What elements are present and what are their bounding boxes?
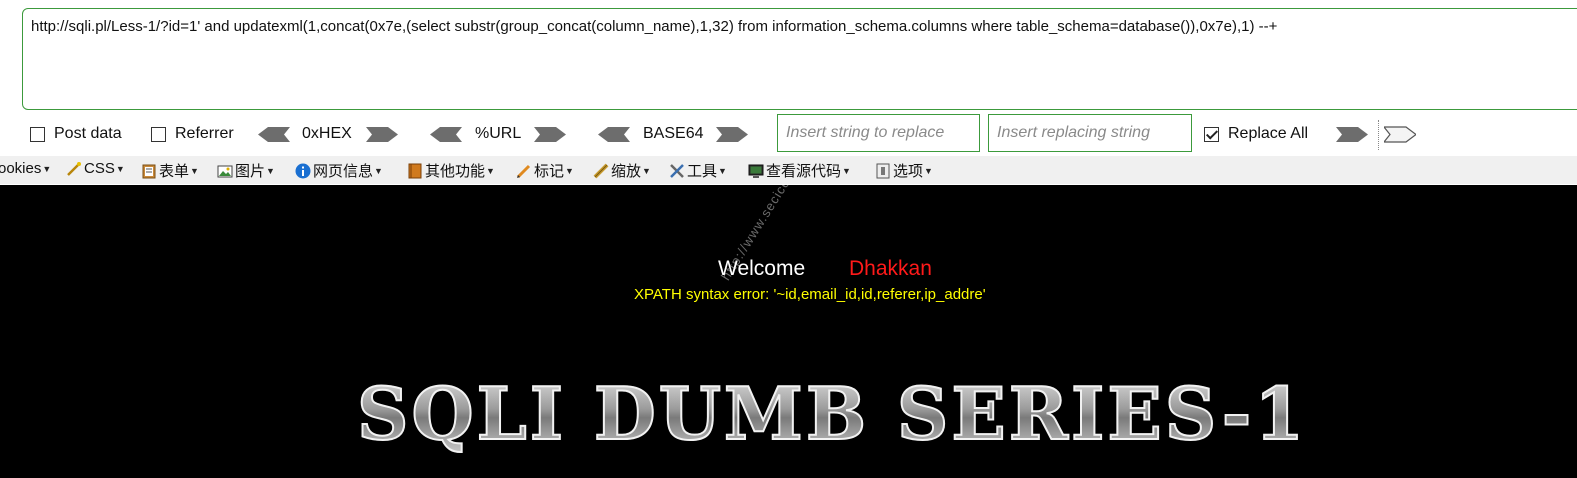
referrer-label: Referrer [175,125,234,142]
chevron-down-icon: ▼ [42,163,52,174]
chevron-down-icon: ▼ [266,165,275,176]
page-content: http://www.secice.com Welcome Dhakkan XP… [0,185,1577,478]
replace-go-arrow-icon[interactable] [1336,126,1368,143]
menu-misc-label: 其他功能 [425,163,486,180]
ruler-icon [593,163,609,178]
monitor-icon [748,164,764,178]
image-icon [217,165,233,177]
xpath-error: XPATH syntax error: '~id,email_id,id,ref… [634,286,986,303]
chevron-down-icon: ▼ [565,165,574,176]
hex-decode-arrow-icon[interactable] [258,126,290,143]
base64-encode-arrow-icon[interactable] [716,126,748,143]
chevron-down-icon: ▼ [374,165,383,176]
wand-icon [67,161,81,176]
chevron-down-icon: ▼ [718,165,727,176]
url-encode-arrow-icon[interactable] [534,126,566,143]
menu-options[interactable]: 选项 ▼ [875,160,933,181]
menu-page-info[interactable]: 网页信息 ▼ [295,160,383,181]
url-text[interactable]: http://sqli.pl/Less-1/?id=1' and updatex… [31,18,1277,35]
replace-all-checkbox[interactable]: Replace All [1204,125,1308,143]
replace-with-input[interactable]: Insert replacing string [988,114,1192,152]
separator [1378,120,1379,150]
tools-icon [670,163,684,178]
url-label: %URL [475,125,522,142]
menu-cookies-label: ookies [0,160,42,177]
pencil-icon [516,164,531,178]
url-decode-arrow-icon[interactable] [430,126,462,143]
menu-outline[interactable]: 标记 ▼ [516,160,574,181]
menu-view-source-label: 查看源代码 [766,163,842,180]
menu-images[interactable]: 图片 ▼ [217,160,275,181]
replace-all-checkbox-box[interactable] [1204,126,1219,142]
base64-label: BASE64 [643,125,704,142]
banner-text: SQLI DUMB SERIES-1 [357,373,1307,453]
menu-cookies[interactable]: ookies ▼ [0,160,51,177]
referrer-checkbox-box[interactable] [151,126,166,142]
book-icon [408,163,422,178]
menu-css[interactable]: CSS ▼ [66,160,125,177]
replace-find-input[interactable]: Insert string to replace [777,114,980,152]
menu-misc[interactable]: 其他功能 ▼ [407,160,495,181]
menu-tools[interactable]: 工具 ▼ [669,160,727,181]
web-developer-toolbar: ookies ▼ CSS ▼ 表单 ▼ 图片 ▼ 网页信息 ▼ 其他功能 ▼ 标记 ▼ 缩放 ▼… [0,156,1577,184]
menu-images-label: 图片 [235,163,266,180]
clipboard-icon [142,164,156,178]
username-text: Dhakkan [849,257,932,280]
menu-page-info-label: 网页信息 [313,163,374,180]
menu-resize[interactable]: 缩放 ▼ [593,160,651,181]
menu-css-label: CSS [84,160,115,177]
info-icon [295,163,311,178]
chevron-down-icon: ▼ [924,165,933,176]
post-data-label: Post data [54,125,122,142]
hex-encode-arrow-icon[interactable] [366,126,398,143]
chevron-down-icon: ▼ [486,165,495,176]
hex-label: 0xHEX [302,125,352,142]
menu-resize-label: 缩放 [611,163,642,180]
menu-forms-label: 表单 [159,163,190,180]
menu-tools-label: 工具 [687,163,718,180]
post-data-checkbox[interactable]: Post data [30,125,122,143]
post-data-checkbox-box[interactable] [30,126,45,142]
menu-options-label: 选项 [893,163,924,180]
chevron-down-icon: ▼ [842,165,851,176]
chevron-down-icon: ▼ [642,165,651,176]
url-textarea[interactable]: http://sqli.pl/Less-1/?id=1' and updatex… [22,8,1577,110]
referrer-checkbox[interactable]: Referrer [151,125,234,143]
chevron-down-icon: ▼ [115,163,125,174]
next-arrow-icon[interactable] [1384,126,1416,143]
options-icon [876,163,890,178]
menu-view-source[interactable]: 查看源代码 ▼ [748,160,851,181]
menu-forms[interactable]: 表单 ▼ [141,160,199,181]
sqli-dumb-series-banner: SQLI DUMB SERIES-1 [356,373,1307,453]
replace-all-label: Replace All [1228,125,1309,142]
base64-decode-arrow-icon[interactable] [598,126,630,143]
menu-outline-label: 标记 [534,163,565,180]
welcome-text: Welcome [718,257,806,280]
chevron-down-icon: ▼ [190,165,199,176]
